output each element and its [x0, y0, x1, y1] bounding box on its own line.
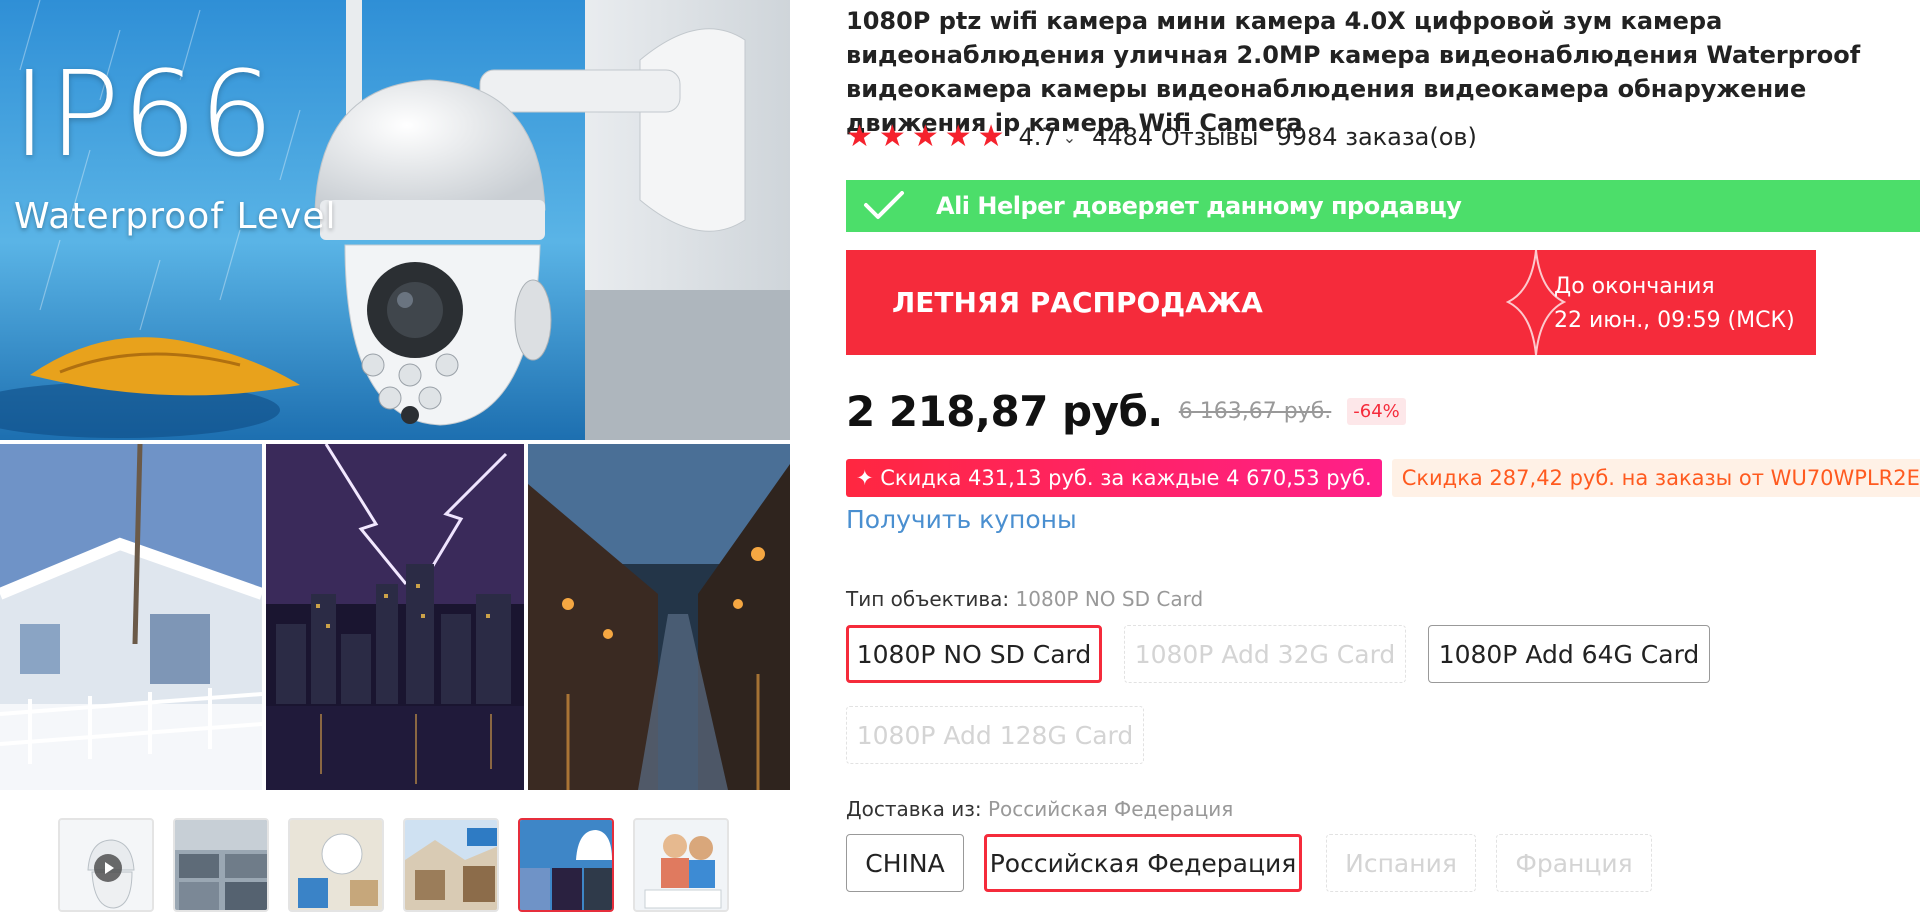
- main-image-subheading: Waterproof Level: [14, 196, 337, 237]
- lens-option-128g: 1080P Add 128G Card: [846, 706, 1144, 764]
- discount-badge: -64%: [1347, 397, 1406, 425]
- ship-from-label: Доставка из: Российская Федерация: [846, 797, 1233, 821]
- sale-countdown: До окончания 22 июн., 09:59 (МСК): [1554, 270, 1795, 338]
- main-product-image[interactable]: IP66 Waterproof Level: [0, 0, 790, 440]
- star-icon: ★: [911, 119, 939, 154]
- product-gallery: IP66 Waterproof Level: [0, 0, 790, 912]
- chevron-down-icon[interactable]: ⌄: [1063, 128, 1076, 147]
- rating-value[interactable]: 4.7: [1019, 123, 1057, 151]
- reviews-link[interactable]: 4484 Отзывы: [1092, 123, 1258, 151]
- rating-row: ★ ★ ★ ★ ★ 4.7 ⌄ 4484 Отзывы 9984 заказа(…: [846, 121, 1477, 153]
- thumbnail-6[interactable]: [633, 818, 729, 912]
- sale-ends-label: До окончания: [1554, 274, 1715, 299]
- star-icon: ★: [878, 119, 906, 154]
- summer-sale-banner: ЛЕТНЯЯ РАСПРОДАЖА До окончания 22 июн., …: [846, 250, 1816, 355]
- sale-ends-time: 22 июн., 09:59 (МСК): [1554, 308, 1795, 333]
- play-icon: [94, 854, 122, 882]
- sale-name: ЛЕТНЯЯ РАСПРОДАЖА: [892, 286, 1263, 319]
- lens-type-selected: 1080P NO SD Card: [1015, 587, 1204, 611]
- collage-snow-house: [0, 444, 262, 790]
- rating-stars: ★ ★ ★ ★ ★: [846, 122, 1005, 152]
- star-icon: ★: [944, 119, 972, 154]
- collage-lightning-city: [266, 444, 524, 790]
- get-coupons-link[interactable]: Получить купоны: [846, 505, 1077, 534]
- ship-option-china[interactable]: CHINA: [846, 834, 964, 892]
- ali-helper-banner: Ali Helper доверяет данному продавцу: [846, 180, 1920, 232]
- orders-count: 9984 заказа(ов): [1276, 123, 1477, 151]
- thumbnail-4[interactable]: [403, 818, 499, 912]
- collage-rainy-street: [528, 444, 790, 790]
- lens-type-label: Тип объектива: 1080P NO SD Card: [846, 587, 1203, 611]
- collage-image: [0, 444, 790, 790]
- star-icon: ★: [977, 119, 1005, 154]
- main-image-heading: IP66: [12, 45, 277, 183]
- lens-option-32g: 1080P Add 32G Card: [1124, 625, 1406, 683]
- promo-row: ✦ Скидка 431,13 руб. за каждые 4 670,53 …: [846, 459, 1920, 497]
- ship-option-spain: Испания: [1326, 834, 1476, 892]
- thumbnail-ip66[interactable]: [518, 818, 614, 912]
- lens-option-64g[interactable]: 1080P Add 64G Card: [1428, 625, 1710, 683]
- thumbnail-2[interactable]: [173, 818, 269, 912]
- ship-option-russia[interactable]: Российская Федерация: [984, 834, 1302, 892]
- coupon-discount-badge[interactable]: Скидка 287,42 руб. на заказы от WU70WPLR…: [1391, 459, 1920, 497]
- thumbnail-video[interactable]: [58, 818, 154, 912]
- ship-from-selected: Российская Федерация: [987, 797, 1234, 821]
- current-price: 2 218,87 руб.: [846, 386, 1163, 436]
- original-price: 6 163,67 руб.: [1178, 398, 1332, 424]
- checkmark-icon: [864, 191, 904, 219]
- lens-type-title: Тип объектива:: [846, 587, 1010, 611]
- price-row: 2 218,87 руб. 6 163,67 руб. -64%: [846, 386, 1406, 436]
- ship-option-france: Франция: [1496, 834, 1652, 892]
- thumbnail-3[interactable]: [288, 818, 384, 912]
- product-title: 1080P ptz wifi камера мини камера 4.0X ц…: [846, 7, 1861, 137]
- lens-option-no-sd[interactable]: 1080P NO SD Card: [846, 625, 1102, 683]
- star-icon: ★: [846, 119, 873, 154]
- store-discount-badge[interactable]: ✦ Скидка 431,13 руб. за каждые 4 670,53 …: [846, 459, 1382, 497]
- ship-from-title: Доставка из:: [846, 797, 982, 821]
- ali-helper-text: Ali Helper доверяет данному продавцу: [936, 192, 1462, 220]
